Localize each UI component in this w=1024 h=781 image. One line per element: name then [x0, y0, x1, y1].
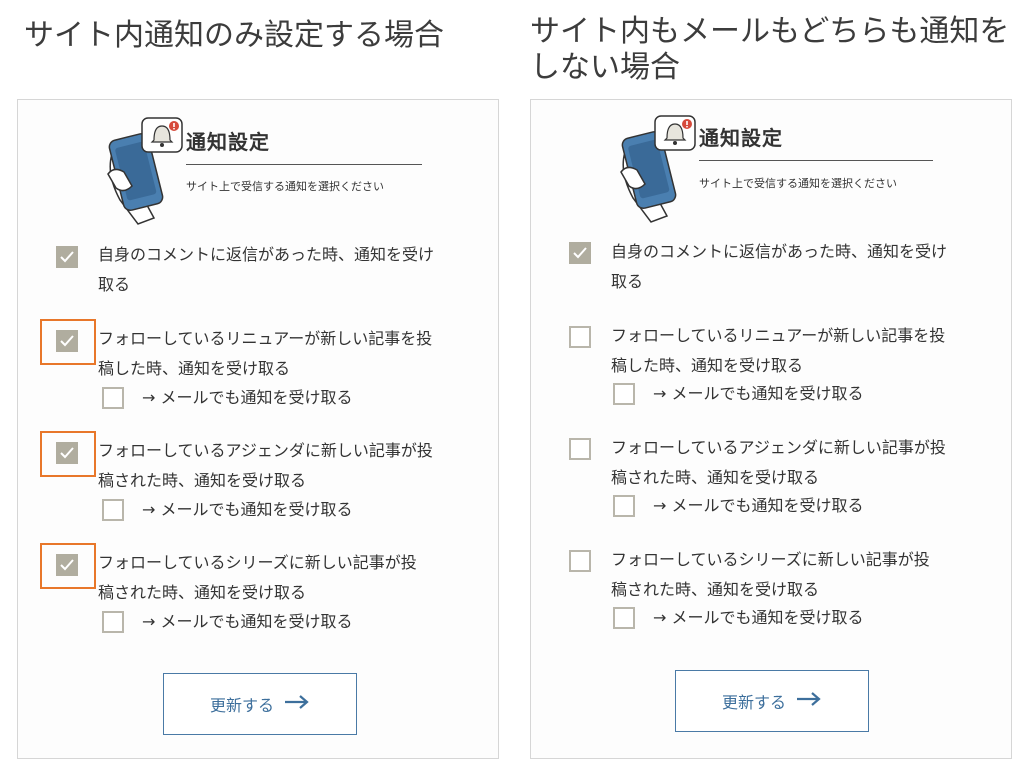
checkmark-icon: [60, 447, 74, 459]
checkmark-icon: [60, 559, 74, 571]
agenda-checkbox[interactable]: [569, 438, 591, 460]
renewer-mail-checkbox[interactable]: [613, 383, 635, 405]
agenda-label-line1: フォローしているアジェンダに新しい記事が投: [98, 441, 433, 460]
title-divider: [186, 164, 422, 165]
comment-reply-label-line2: 取る: [98, 275, 131, 294]
checkmark-icon: [60, 251, 74, 263]
series-option: フォローしているシリーズに新しい記事が投 稿された時、通知を受け取る: [98, 548, 417, 608]
agenda-mail-checkbox[interactable]: [102, 499, 124, 521]
panel-title: 通知設定: [186, 130, 270, 154]
comment-reply-label-line1: 自身のコメントに返信があった時、通知を受け: [611, 242, 948, 261]
update-button-label: 更新する: [721, 693, 786, 712]
right-case-heading: サイト内もメールもどちらも通知をしない場合: [530, 14, 1010, 85]
renewer-checkbox[interactable]: [569, 326, 591, 348]
update-button[interactable]: 更新する: [163, 673, 357, 735]
renewer-mail-label: → メールでも通知を受け取る: [142, 388, 353, 407]
agenda-mail-checkbox[interactable]: [613, 495, 635, 517]
phone-bell-notification-icon: [102, 114, 192, 226]
renewer-label-line1: フォローしているリニュアーが新しい記事を投: [611, 326, 946, 345]
series-mail-checkbox[interactable]: [613, 607, 635, 629]
agenda-mail-label: → メールでも通知を受け取る: [142, 500, 353, 519]
series-option: フォローしているシリーズに新しい記事が投 稿された時、通知を受け取る: [611, 545, 930, 605]
renewer-mail-label: → メールでも通知を受け取る: [653, 384, 864, 403]
arrow-right-icon: [796, 691, 822, 711]
agenda-checkbox[interactable]: [56, 442, 78, 464]
panel-title: 通知設定: [699, 126, 783, 150]
series-label-line1: フォローしているシリーズに新しい記事が投: [611, 550, 930, 569]
series-checkbox[interactable]: [569, 550, 591, 572]
title-divider: [699, 160, 933, 161]
comment-reply-label-line2: 取る: [611, 272, 644, 291]
notification-settings-panel-right: 通知設定 サイト上で受信する通知を選択ください 自身のコメントに返信があった時、…: [530, 99, 1012, 759]
update-button-label: 更新する: [209, 696, 274, 715]
renewer-option: フォローしているリニュアーが新しい記事を投 稿した時、通知を受け取る: [98, 324, 432, 384]
series-label-line1: フォローしているシリーズに新しい記事が投: [98, 553, 417, 572]
notification-settings-panel-left: 通知設定 サイト上で受信する通知を選択ください 自身のコメントに返信があった時、…: [17, 99, 499, 759]
renewer-label-line2: 稿した時、通知を受け取る: [98, 359, 291, 378]
comment-reply-checkbox[interactable]: [569, 242, 591, 264]
renewer-option: フォローしているリニュアーが新しい記事を投 稿した時、通知を受け取る: [611, 321, 945, 381]
left-case-heading: サイト内通知のみ設定する場合: [24, 18, 444, 53]
agenda-label-line1: フォローしているアジェンダに新しい記事が投: [611, 438, 946, 457]
comment-reply-checkbox[interactable]: [56, 246, 78, 268]
comment-reply-label-line1: 自身のコメントに返信があった時、通知を受け: [98, 245, 435, 264]
update-button[interactable]: 更新する: [675, 670, 869, 732]
agenda-label-line2: 稿された時、通知を受け取る: [98, 471, 307, 490]
arrow-right-icon: [284, 694, 310, 714]
series-mail-checkbox[interactable]: [102, 611, 124, 633]
renewer-mail-checkbox[interactable]: [102, 387, 124, 409]
renewer-checkbox[interactable]: [56, 330, 78, 352]
panel-subtitle: サイト上で受信する通知を選択ください: [186, 180, 384, 193]
checkmark-icon: [60, 335, 74, 347]
series-label-line2: 稿された時、通知を受け取る: [98, 583, 307, 602]
checkmark-icon: [573, 247, 587, 259]
phone-bell-notification-icon: [615, 112, 705, 224]
agenda-label-line2: 稿された時、通知を受け取る: [611, 468, 820, 487]
comment-reply-option: 自身のコメントに返信があった時、通知を受け 取る: [611, 237, 947, 297]
series-label-line2: 稿された時、通知を受け取る: [611, 580, 820, 599]
series-checkbox[interactable]: [56, 554, 78, 576]
agenda-option: フォローしているアジェンダに新しい記事が投 稿された時、通知を受け取る: [611, 433, 946, 493]
series-mail-label: → メールでも通知を受け取る: [142, 612, 353, 631]
agenda-mail-label: → メールでも通知を受け取る: [653, 496, 864, 515]
comment-reply-option: 自身のコメントに返信があった時、通知を受け 取る: [98, 240, 434, 300]
agenda-option: フォローしているアジェンダに新しい記事が投 稿された時、通知を受け取る: [98, 436, 433, 496]
renewer-label-line1: フォローしているリニュアーが新しい記事を投: [98, 329, 433, 348]
panel-subtitle: サイト上で受信する通知を選択ください: [699, 177, 897, 190]
series-mail-label: → メールでも通知を受け取る: [653, 608, 864, 627]
renewer-label-line2: 稿した時、通知を受け取る: [611, 356, 804, 375]
